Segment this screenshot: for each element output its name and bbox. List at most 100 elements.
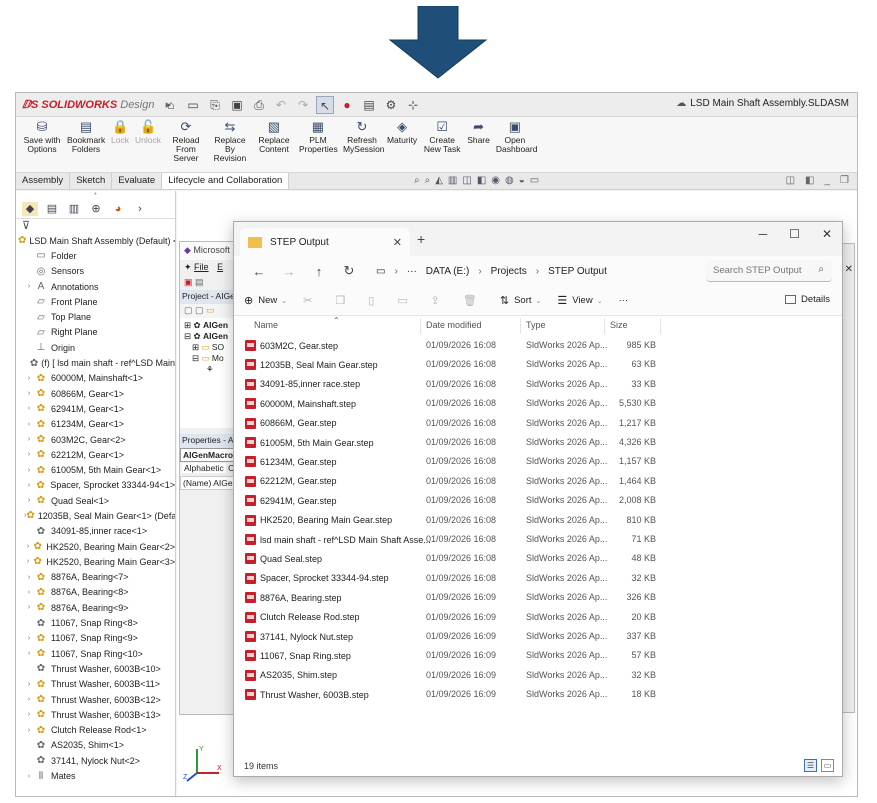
- tree-item[interactable]: ✿ 11067, Snap Ring<8>: [16, 615, 175, 630]
- tree-item[interactable]: ✿ 37141, Nylock Nut<2>: [16, 753, 175, 768]
- minimize-icon[interactable]: ─: [759, 227, 768, 241]
- section-view-icon[interactable]: ▥: [448, 175, 457, 186]
- file-properties-icon[interactable]: ▤: [360, 96, 378, 114]
- tree-item[interactable]: › ✿ 60000M, Mainshaft<1>: [16, 371, 175, 386]
- file-row[interactable]: 8876A, Bearing.step 01/09/2026 16:09 SldWo…: [234, 589, 842, 608]
- tree-item[interactable]: ⊥ Origin: [16, 340, 175, 355]
- ribbon-button-lock[interactable]: 🔒 Lock: [108, 117, 132, 172]
- tree-item[interactable]: › ✿ HK2520, Bearing Main Gear<3>: [16, 554, 175, 569]
- breadcrumb-projects[interactable]: Projects: [491, 266, 527, 277]
- ribbon-button-maturity[interactable]: ◈ Maturity: [384, 117, 420, 172]
- vba-insert-icon[interactable]: ▤: [195, 277, 204, 287]
- view-object-icon[interactable]: ▢: [195, 305, 204, 315]
- file-row[interactable]: Quad Seal.step 01/09/2026 16:08 SldWorks 2…: [234, 550, 842, 569]
- file-row[interactable]: AS2035, Shim.step 01/09/2026 16:09 SldWork…: [234, 667, 842, 686]
- file-row[interactable]: 11067, Snap Ring.step 01/09/2026 16:09 Sld…: [234, 647, 842, 666]
- tree-item[interactable]: › A Annotations: [16, 279, 175, 294]
- zoom-fit-icon[interactable]: ⌕: [414, 175, 420, 186]
- expand-arrow-icon[interactable]: ›: [24, 589, 34, 596]
- column-separator[interactable]: [520, 318, 521, 334]
- column-size[interactable]: Size: [610, 320, 628, 330]
- delete-button[interactable]: 🗑: [463, 294, 482, 307]
- expand-arrow-icon[interactable]: ›: [24, 650, 34, 657]
- expand-arrow-icon[interactable]: ›: [24, 635, 34, 642]
- file-row[interactable]: 61234M, Gear.step 01/09/2026 16:08 SldWork…: [234, 453, 842, 472]
- ribbon-button-unlock[interactable]: 🔓 Unlock: [132, 117, 164, 172]
- tree-item[interactable]: › ✿ HK2520, Bearing Main Gear<2>: [16, 539, 175, 554]
- tree-item[interactable]: ▱ Front Plane: [16, 294, 175, 309]
- expand-arrow-icon[interactable]: ›: [24, 390, 34, 397]
- column-separator[interactable]: [604, 318, 605, 334]
- new-button[interactable]: ⊕ New ⌄: [244, 294, 287, 307]
- tree-item[interactable]: ▱ Right Plane: [16, 325, 175, 340]
- tree-item[interactable]: › ⫴ Mates: [16, 768, 175, 783]
- print-icon[interactable]: ⎙: [250, 96, 268, 114]
- options-gear-icon[interactable]: ⚙: [382, 96, 400, 114]
- tree-item[interactable]: › ✿ 61234M, Gear<1>: [16, 417, 175, 432]
- ribbon-button-replace-revision[interactable]: ⇆ Replace By Revision: [208, 117, 252, 172]
- expand-arrow-icon[interactable]: ›: [24, 711, 34, 718]
- tree-item[interactable]: › ✿ 603M2C, Gear<2>: [16, 432, 175, 447]
- ribbon-button-refresh-session[interactable]: ↻ Refresh MySession: [340, 117, 385, 172]
- maximize-icon[interactable]: ☐: [789, 227, 800, 241]
- expand-arrow-icon[interactable]: ›: [24, 467, 34, 474]
- dimxpert-tab-icon[interactable]: ⊕: [88, 202, 104, 216]
- expand-arrow-icon[interactable]: ›: [24, 421, 34, 428]
- column-separator[interactable]: [660, 318, 661, 334]
- tree-item[interactable]: › ✿ Thrust Washer, 6003B<12>: [16, 692, 175, 707]
- traffic-light-icon[interactable]: ●: [338, 96, 356, 114]
- file-row[interactable]: 60000M, Mainshaft.step 01/09/2026 16:08 Sl…: [234, 395, 842, 414]
- file-row[interactable]: Thrust Washer, 6003B.step 01/09/2026 16:0…: [234, 686, 842, 705]
- expand-arrow-icon[interactable]: ›: [24, 543, 32, 550]
- column-date-modified[interactable]: Date modified: [426, 320, 482, 330]
- property-manager-tab-icon[interactable]: ▤: [44, 202, 60, 216]
- minimize-icon[interactable]: _: [824, 175, 830, 186]
- tab-assembly[interactable]: Assembly: [16, 173, 71, 189]
- new-document-icon[interactable]: ▭: [184, 96, 202, 114]
- tree-item[interactable]: ✿ LSD Main Shaft Assembly (Default) <D: [16, 233, 175, 248]
- expand-arrow-icon[interactable]: ›: [24, 558, 32, 565]
- back-icon[interactable]: ←: [244, 264, 274, 279]
- tree-item[interactable]: ▭ Folder: [16, 248, 175, 263]
- details-view-icon[interactable]: ☰: [804, 759, 817, 772]
- expand-arrow-icon[interactable]: ›: [24, 727, 34, 734]
- file-row[interactable]: Spacer, Sprocket 33344-94.step 01/09/2026…: [234, 570, 842, 589]
- vba-tool-icon[interactable]: ▣: [184, 277, 193, 287]
- more-tabs-icon[interactable]: ›: [132, 202, 148, 216]
- rename-button[interactable]: ▭: [397, 294, 412, 307]
- file-row[interactable]: 62941M, Gear.step 01/09/2026 16:08 SldWork…: [234, 492, 842, 511]
- file-row[interactable]: 37141, Nylock Nut.step 01/09/2026 16:09 Sl…: [234, 628, 842, 647]
- file-row[interactable]: 60866M, Gear.step 01/09/2026 16:08 SldWork…: [234, 415, 842, 434]
- close-icon[interactable]: ✕: [845, 264, 853, 275]
- undo-icon[interactable]: ↶: [272, 96, 290, 114]
- sort-button[interactable]: ⇅ Sort ⌄: [500, 294, 542, 307]
- expand-arrow-icon[interactable]: ›: [24, 696, 34, 703]
- tree-item[interactable]: ✿ 34091-85,inner race<1>: [16, 524, 175, 539]
- expand-arrow-icon[interactable]: ›: [24, 773, 34, 780]
- display-manager-tab-icon[interactable]: ◕: [110, 202, 126, 216]
- ribbon-button-replace-content[interactable]: ▧ Replace Content: [252, 117, 296, 172]
- tree-item[interactable]: ◎ Sensors: [16, 264, 175, 279]
- expand-arrow-icon[interactable]: ›: [24, 604, 34, 611]
- ribbon-button-plm-properties[interactable]: ▦ PLM Properties: [296, 117, 340, 172]
- file-row[interactable]: HK2520, Bearing Main Gear.step 01/09/2026…: [234, 512, 842, 531]
- tab-evaluate[interactable]: Evaluate: [112, 173, 163, 189]
- scene-icon[interactable]: ◒: [519, 175, 525, 186]
- file-row[interactable]: lsd main shaft - ref^LSD Main Shaft Asse…: [234, 531, 842, 550]
- tree-item[interactable]: › ✿ 61005M, 5th Main Gear<1>: [16, 462, 175, 477]
- close-tab-icon[interactable]: ✕: [393, 236, 402, 249]
- save-icon[interactable]: ▣: [228, 96, 246, 114]
- breadcrumb-drive[interactable]: DATA (E:): [426, 266, 470, 277]
- tree-item[interactable]: › ✿ 12035B, Seal Main Gear<1> (Defau: [16, 508, 175, 523]
- display-style-icon[interactable]: ◧: [477, 175, 486, 186]
- appearance-icon[interactable]: ◍: [505, 175, 514, 186]
- ribbon-button-reload[interactable]: ⟳ Reload From Server: [164, 117, 208, 172]
- column-type[interactable]: Type: [526, 320, 546, 330]
- file-row[interactable]: 34091-85,inner race.step 01/09/2026 16:08…: [234, 376, 842, 395]
- column-name[interactable]: Name: [254, 320, 278, 330]
- tree-item[interactable]: › ✿ 8876A, Bearing<9>: [16, 600, 175, 615]
- ribbon-button-dashboard[interactable]: ▣ Open Dashboard: [493, 117, 538, 172]
- tree-item[interactable]: ▱ Top Plane: [16, 309, 175, 324]
- view-button[interactable]: ☰ View ⌄: [557, 294, 602, 307]
- redo-icon[interactable]: ↷: [294, 96, 312, 114]
